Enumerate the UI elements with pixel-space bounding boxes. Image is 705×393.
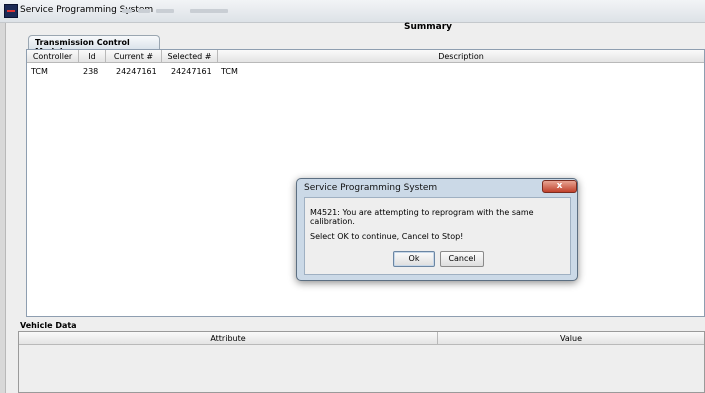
column-header-description[interactable]: Description [218, 50, 704, 63]
column-header-value[interactable]: Value [438, 332, 704, 345]
cell-description: TCM [221, 67, 238, 76]
blurred-toolbar-icon [156, 9, 174, 13]
window-titlebar: Service Programming System [0, 0, 705, 23]
cancel-button[interactable]: Cancel [440, 251, 484, 267]
column-header-attribute[interactable]: Attribute [19, 332, 438, 345]
dialog-body: M4521: You are attempting to reprogram w… [304, 197, 571, 275]
app-icon [4, 4, 18, 18]
ok-button[interactable]: Ok [393, 251, 435, 267]
column-header-controller[interactable]: Controller [27, 50, 79, 63]
window-title: Service Programming System [20, 5, 154, 15]
blurred-toolbar-icon [138, 9, 150, 13]
vehicle-data-title: Vehicle Data [20, 321, 77, 330]
left-window-edge [0, 23, 6, 393]
cell-controller: TCM [31, 67, 48, 76]
cell-selected: 24247161 [171, 67, 212, 76]
dialog-message-instruction: Select OK to continue, Cancel to Stop! [310, 232, 464, 241]
blurred-toolbar-icon [122, 9, 132, 13]
cell-current: 24247161 [116, 67, 157, 76]
dialog-message-warning: M4521: You are attempting to reprogram w… [310, 208, 534, 226]
vehicle-data-table: Attribute Value [18, 331, 705, 393]
column-header-id[interactable]: Id [79, 50, 106, 63]
column-header-selected[interactable]: Selected # [162, 50, 218, 63]
dialog-title: Service Programming System [304, 183, 438, 193]
confirm-dialog: Service Programming System x M4521: You … [296, 178, 578, 281]
column-header-current[interactable]: Current # [106, 50, 162, 63]
summary-title: Summary [404, 22, 453, 32]
cell-id: 238 [83, 67, 99, 76]
tab-transmission-control-module[interactable]: Transmission Control Module [28, 35, 160, 56]
blurred-toolbar-icon [190, 9, 228, 13]
close-icon[interactable]: x [542, 180, 577, 193]
